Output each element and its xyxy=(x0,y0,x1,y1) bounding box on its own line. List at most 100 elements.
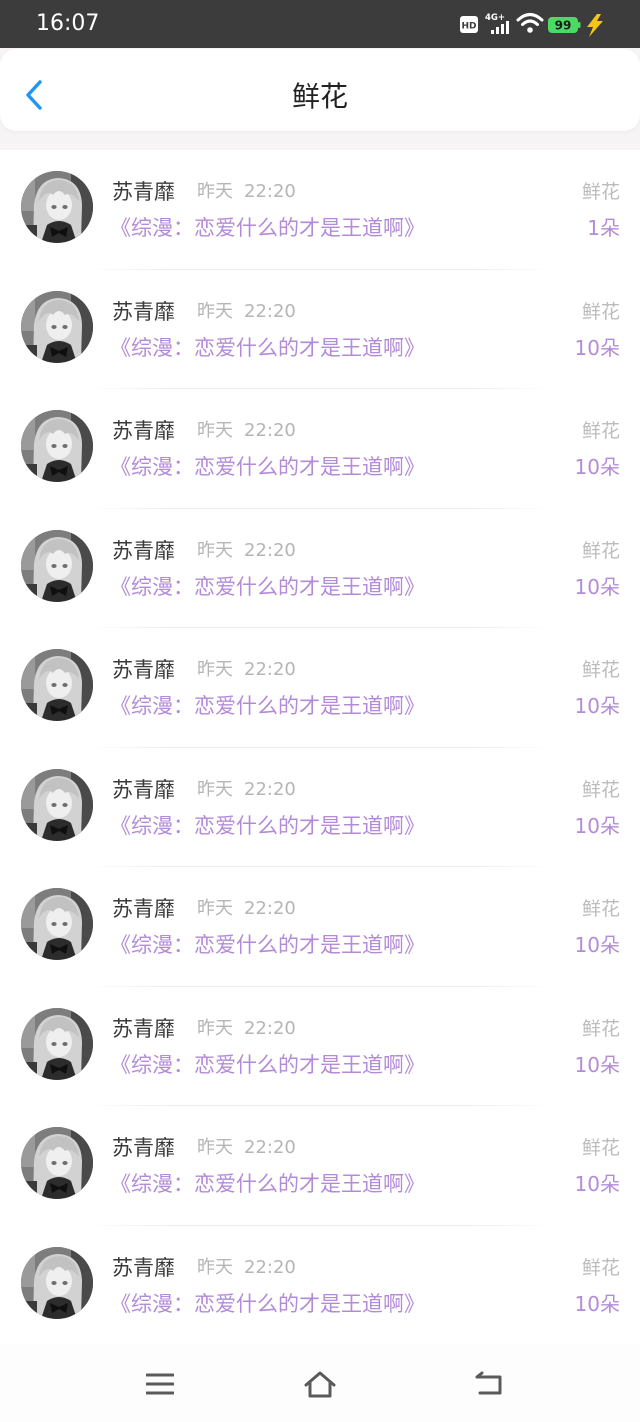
book-title-link[interactable]: 《综漫：恋爱什么的才是王道啊》 xyxy=(110,1052,425,1078)
book-title-link[interactable]: 《综漫：恋爱什么的才是王道啊》 xyxy=(110,454,425,480)
gift-type: 鲜花 xyxy=(581,1137,620,1159)
gift-type: 鲜花 xyxy=(581,420,620,442)
list-item[interactable]: 苏青靡 昨天 22:20 《综漫：恋爱什么的才是王道啊》 鲜花 1朵 xyxy=(0,150,640,270)
list-item[interactable]: 苏青靡 昨天 22:20 《综漫：恋爱什么的才是王道啊》 鲜花 10朵 xyxy=(0,628,640,748)
time-label: 22:20 xyxy=(244,898,296,919)
date-label: 昨天 xyxy=(197,1137,233,1158)
sender-name: 苏青靡 xyxy=(112,777,175,802)
gift-count: 10朵 xyxy=(574,574,620,599)
gift-type: 鲜花 xyxy=(581,181,620,203)
avatar[interactable] xyxy=(21,1246,93,1319)
list-item[interactable]: 苏青靡 昨天 22:20 《综漫：恋爱什么的才是王道啊》 鲜花 10朵 xyxy=(0,987,640,1106)
avatar-image xyxy=(21,1127,93,1199)
date-label: 昨天 xyxy=(197,659,233,680)
avatar-image xyxy=(21,888,93,960)
avatar-image xyxy=(21,290,93,363)
avatar-image xyxy=(21,1007,93,1080)
header: 鲜花 xyxy=(0,49,640,131)
status-bar: 16:07 HD 4G+ 99 xyxy=(0,0,640,48)
gift-count: 10朵 xyxy=(574,335,620,360)
time-label: 22:20 xyxy=(244,778,296,800)
avatar[interactable] xyxy=(21,1007,93,1080)
sender-name: 苏青靡 xyxy=(112,180,175,204)
gift-type: 鲜花 xyxy=(581,898,620,920)
hd-label: HD xyxy=(461,22,476,32)
gift-type: 鲜花 xyxy=(581,1256,620,1279)
sender-name: 苏青靡 xyxy=(112,419,175,443)
avatar-image xyxy=(21,410,93,482)
avatar-image xyxy=(21,768,93,841)
avatar[interactable] xyxy=(21,290,93,363)
signal-icon: 4G+ xyxy=(485,13,509,34)
page-title: 鲜花 xyxy=(291,80,348,113)
battery-level: 99 xyxy=(555,19,572,33)
avatar[interactable] xyxy=(21,768,93,841)
charging-icon xyxy=(587,14,603,37)
avatar[interactable] xyxy=(21,410,93,482)
status-time: 16:07 xyxy=(36,11,100,36)
gift-type: 鲜花 xyxy=(581,1017,620,1040)
sender-name: 苏青靡 xyxy=(112,1136,175,1160)
gift-type: 鲜花 xyxy=(581,778,620,801)
date-label: 昨天 xyxy=(197,1017,233,1039)
gift-type: 鲜花 xyxy=(581,659,620,681)
home-icon[interactable] xyxy=(303,1369,337,1399)
date-label: 昨天 xyxy=(197,1256,233,1278)
date-label: 昨天 xyxy=(197,539,233,561)
menu-button[interactable] xyxy=(120,1345,200,1422)
home-button[interactable] xyxy=(280,1345,360,1422)
battery-icon: 99 xyxy=(548,17,581,33)
menu-icon[interactable] xyxy=(146,1373,174,1395)
sender-name: 苏青靡 xyxy=(112,538,175,563)
list-item[interactable]: 苏青靡 昨天 22:20 《综漫：恋爱什么的才是王道啊》 鲜花 10朵 xyxy=(0,1226,640,1346)
wifi-icon xyxy=(516,13,544,33)
book-title-link[interactable]: 《综漫：恋爱什么的才是王道啊》 xyxy=(110,574,425,600)
gift-type: 鲜花 xyxy=(581,539,620,562)
avatar[interactable] xyxy=(21,529,93,602)
avatar[interactable] xyxy=(21,888,93,960)
gift-count: 1朵 xyxy=(587,216,620,240)
avatar[interactable] xyxy=(21,171,93,243)
gift-count: 10朵 xyxy=(574,1291,620,1316)
date-label: 昨天 xyxy=(197,778,233,800)
list-item[interactable]: 苏青靡 昨天 22:20 《综漫：恋爱什么的才是王道啊》 鲜花 10朵 xyxy=(0,509,640,628)
date-label: 昨天 xyxy=(197,181,233,202)
gift-count: 10朵 xyxy=(574,813,620,838)
back-icon[interactable] xyxy=(474,1371,504,1397)
book-title-link[interactable]: 《综漫：恋爱什么的才是王道啊》 xyxy=(110,335,425,361)
avatar[interactable] xyxy=(21,1127,93,1199)
network-label: 4G+ xyxy=(485,13,505,23)
avatar[interactable] xyxy=(21,649,93,721)
gift-count: 10朵 xyxy=(574,694,620,718)
gift-count: 10朵 xyxy=(574,1052,620,1077)
date-label: 昨天 xyxy=(197,300,233,322)
sender-name: 苏青靡 xyxy=(112,299,175,324)
time-label: 22:20 xyxy=(244,181,296,202)
back-nav-button[interactable] xyxy=(448,1345,528,1422)
sender-name: 苏青靡 xyxy=(112,1255,175,1280)
time-label: 22:20 xyxy=(244,539,296,561)
book-title-link[interactable]: 《综漫：恋爱什么的才是王道啊》 xyxy=(110,693,425,719)
status-icons: HD 4G+ 99 xyxy=(460,13,603,37)
book-title-link[interactable]: 《综漫：恋爱什么的才是王道啊》 xyxy=(110,813,425,839)
list-item[interactable]: 苏青靡 昨天 22:20 《综漫：恋爱什么的才是王道啊》 鲜花 10朵 xyxy=(0,270,640,389)
list-item[interactable]: 苏青靡 昨天 22:20 《综漫：恋爱什么的才是王道啊》 鲜花 10朵 xyxy=(0,389,640,509)
avatar-image xyxy=(21,1246,93,1319)
gift-count: 10朵 xyxy=(574,455,620,479)
list-item[interactable]: 苏青靡 昨天 22:20 《综漫：恋爱什么的才是王道啊》 鲜花 10朵 xyxy=(0,1106,640,1226)
date-label: 昨天 xyxy=(197,420,233,441)
gift-list: 苏青靡 昨天 22:20 《综漫：恋爱什么的才是王道啊》 鲜花 1朵 苏青靡 昨… xyxy=(0,150,640,1345)
time-label: 22:20 xyxy=(244,300,296,322)
gift-type: 鲜花 xyxy=(581,300,620,323)
book-title-link[interactable]: 《综漫：恋爱什么的才是王道啊》 xyxy=(110,1291,425,1317)
list-item[interactable]: 苏青靡 昨天 22:20 《综漫：恋爱什么的才是王道啊》 鲜花 10朵 xyxy=(0,867,640,987)
list-item[interactable]: 苏青靡 昨天 22:20 《综漫：恋爱什么的才是王道啊》 鲜花 10朵 xyxy=(0,748,640,867)
book-title-link[interactable]: 《综漫：恋爱什么的才是王道啊》 xyxy=(110,215,425,241)
avatar-image xyxy=(21,171,93,243)
system-nav-bar xyxy=(0,1345,640,1422)
avatar-image xyxy=(21,649,93,721)
book-title-link[interactable]: 《综漫：恋爱什么的才是王道啊》 xyxy=(110,932,425,958)
hd-icon: HD xyxy=(460,16,478,33)
date-label: 昨天 xyxy=(197,898,233,919)
book-title-link[interactable]: 《综漫：恋爱什么的才是王道啊》 xyxy=(110,1171,425,1197)
